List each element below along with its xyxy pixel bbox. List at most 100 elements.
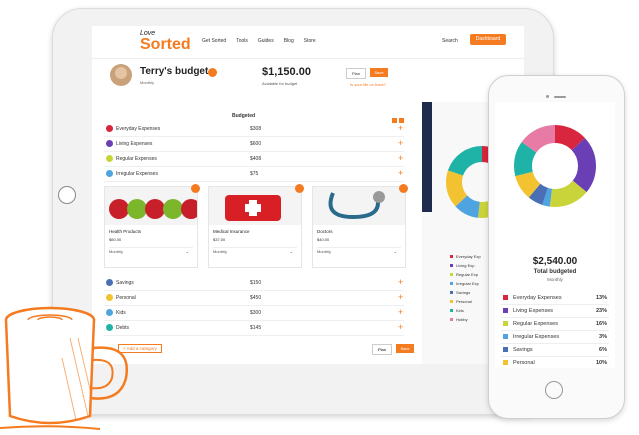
first-aid-kit-image [209,187,301,225]
legend-item: Hobby [450,315,481,324]
breakdown-row: Regular Expenses 16% [501,318,609,331]
sorted-logo[interactable]: Love Sorted [140,30,191,53]
category-color-dot [106,155,113,162]
expense-card[interactable]: Doctors $40.00 Monthly ⌄ [312,184,408,268]
legend-item: Everyday Exp [450,252,481,261]
plus-icon[interactable]: + [398,292,403,302]
chevron-down-icon: ⌄ [289,249,293,254]
nav-store[interactable]: Store [304,38,316,44]
chevron-down-icon: ⌄ [185,249,189,254]
breakdown-row: Irregular Expenses 3% [501,331,609,344]
frequency-value: Monthly [109,249,124,254]
category-row[interactable]: Regular Expenses $408 + [104,152,404,167]
phone-speaker [554,96,566,98]
category-label: Living Expenses [116,141,153,147]
avatar [110,64,132,86]
search-link[interactable]: Search [442,38,458,44]
budget-breakdown-tab[interactable]: Budget Breakdown [416,102,432,212]
category-color-dot [106,140,113,147]
edit-icon[interactable] [208,68,217,77]
plan-button[interactable]: Plan [346,68,366,79]
legend-item: Personal [450,297,481,306]
plan-link[interactable]: Is your life on track? [350,82,386,87]
category-row[interactable]: Kids $300 + [104,306,404,321]
available-caption: Available for budget [262,81,298,86]
total-label: Total budgeted [533,269,577,275]
card-name: Doctors [317,229,333,234]
legend-item: Irregular Exp [450,279,481,288]
legend-item: Living Exp [450,261,481,270]
frequency-select[interactable]: Monthly ⌄ [317,247,401,256]
coffee-mug-illustration [0,306,129,430]
top-navigation: Love Sorted Get Sorted Tools Guides Blog… [92,26,524,59]
breakdown-row: Personal 10% [501,357,609,368]
category-label: Savings [116,280,134,286]
save-button-bottom[interactable]: Save [396,344,414,353]
breakdown-row: Savings 6% [501,344,609,357]
logo-text: Sorted [140,36,191,53]
category-value: $408 [250,156,262,162]
tablet-screen: Love Sorted Get Sorted Tools Guides Blog… [92,26,524,364]
legend-item: Regular Exp [450,270,481,279]
nav-get-sorted[interactable]: Get Sorted [202,38,226,44]
frequency-select[interactable]: Monthly ⌄ [109,247,193,256]
tab-label: Budget Breakdown [416,137,422,172]
breakdown-row: Everyday Expenses 13% [501,292,609,305]
nav-tools[interactable]: Tools [236,38,248,44]
phone-home-button[interactable] [545,381,563,399]
plan-button-bottom[interactable]: Plan [372,344,392,355]
card-amount: $60.00 [109,237,122,242]
view-toggle[interactable] [392,110,406,123]
breakdown-legend: Everyday Exp Living Exp Regular Exp Irre… [450,252,481,324]
total-donut-chart [514,125,596,207]
breakdown-row: Living Expenses 23% [501,305,609,318]
edit-icon[interactable] [191,184,200,193]
plus-icon[interactable]: + [398,153,403,163]
category-row[interactable]: Personal $450 + [104,291,404,306]
expense-card[interactable]: Medical Insurance $37.00 Monthly ⌄ [208,184,304,268]
plus-icon[interactable]: + [398,277,403,287]
card-amount: $37.00 [213,237,226,242]
plus-icon[interactable]: + [398,123,403,133]
edit-icon[interactable] [295,184,304,193]
category-value: $300 [250,310,262,316]
card-amount: $40.00 [317,237,330,242]
category-value: $450 [250,295,262,301]
category-value: $75 [250,171,259,177]
frequency-select[interactable]: Monthly ⌄ [213,247,297,256]
total-amount: $2,540.00 [532,256,578,267]
category-row[interactable]: Irregular Expenses $75 + [104,167,404,182]
nav-guides[interactable]: Guides [258,38,274,44]
available-amount: $1,150.00 [262,66,311,78]
plus-icon[interactable]: + [398,307,403,317]
stethoscope-image [313,187,405,225]
legend-item: Kids [450,306,481,315]
edit-icon[interactable] [399,184,408,193]
category-color-dot [106,125,113,132]
category-row[interactable]: Savings $150 + [104,276,404,291]
card-name: Medical Insurance [213,229,250,234]
plus-icon[interactable]: + [398,138,403,148]
total-period: Monthly [547,277,563,282]
category-value: $150 [250,280,262,286]
phone-camera [546,95,549,98]
apples-image [105,187,197,225]
phone-screen: $2,540.00 Total budgeted Monthly Everyda… [495,102,615,368]
plus-icon[interactable]: + [398,168,403,178]
save-button[interactable]: Save [370,68,388,77]
budgeted-column-header: Budgeted [232,113,256,119]
dashboard-button[interactable]: Dashboard [470,34,506,45]
card-name: Health Products [109,229,142,234]
frequency-value: Monthly [317,249,332,254]
category-row[interactable]: Everyday Expenses $308 + [104,122,404,137]
category-label: Irregular Expenses [116,171,158,177]
tablet-home-button[interactable] [58,186,76,204]
category-color-dot [106,279,113,286]
expense-card[interactable]: Health Products $60.00 Monthly ⌄ [104,184,200,268]
category-row[interactable]: Debts $145 + [104,321,404,336]
category-row[interactable]: Living Expenses $600 + [104,137,404,152]
category-color-dot [106,170,113,177]
chevron-down-icon: ⌄ [393,249,397,254]
nav-blog[interactable]: Blog [284,38,294,44]
plus-icon[interactable]: + [398,322,403,332]
